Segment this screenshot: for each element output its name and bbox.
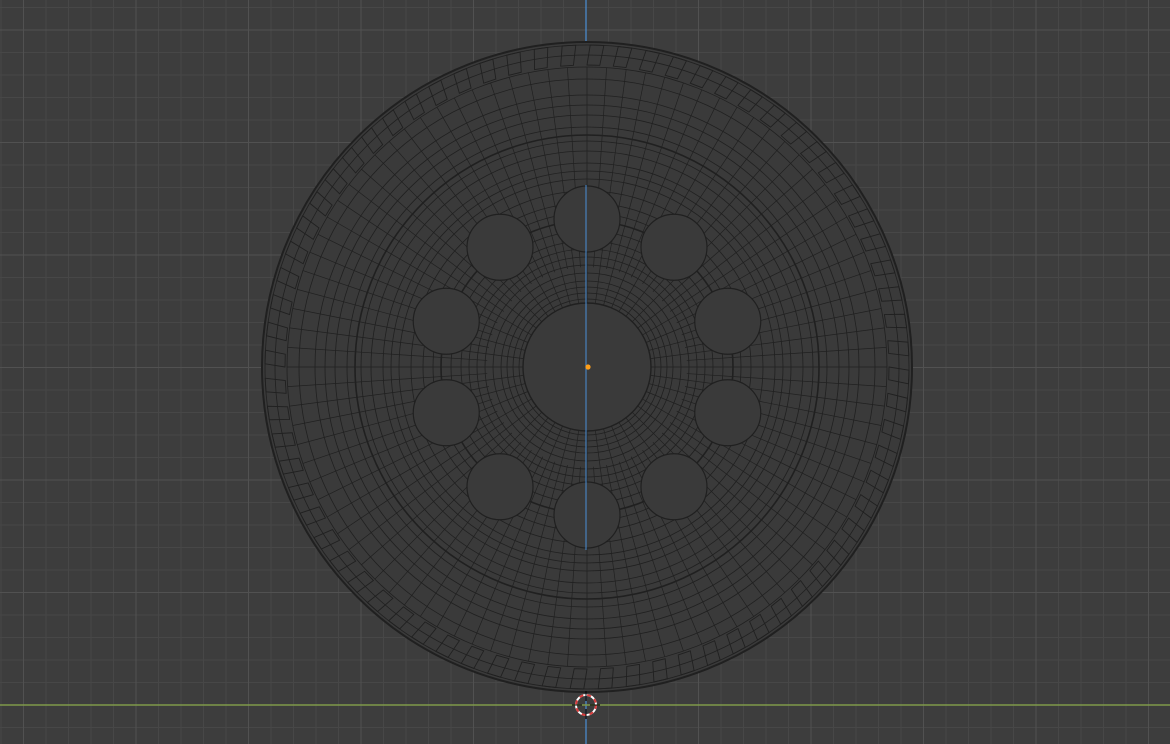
rim-hole bbox=[412, 379, 480, 447]
rim-hole bbox=[694, 287, 762, 355]
rim-hole bbox=[640, 453, 708, 521]
object-origin-dot bbox=[585, 364, 591, 370]
rim-hole bbox=[553, 185, 621, 253]
rim-hole bbox=[466, 453, 534, 521]
rim-hole bbox=[466, 213, 534, 281]
rim-hole bbox=[694, 379, 762, 447]
rim-hole bbox=[640, 213, 708, 281]
3d-viewport[interactable] bbox=[0, 0, 1170, 744]
rim-hole bbox=[553, 481, 621, 549]
rim-hole bbox=[412, 287, 480, 355]
viewport-canvas[interactable] bbox=[0, 0, 1170, 744]
